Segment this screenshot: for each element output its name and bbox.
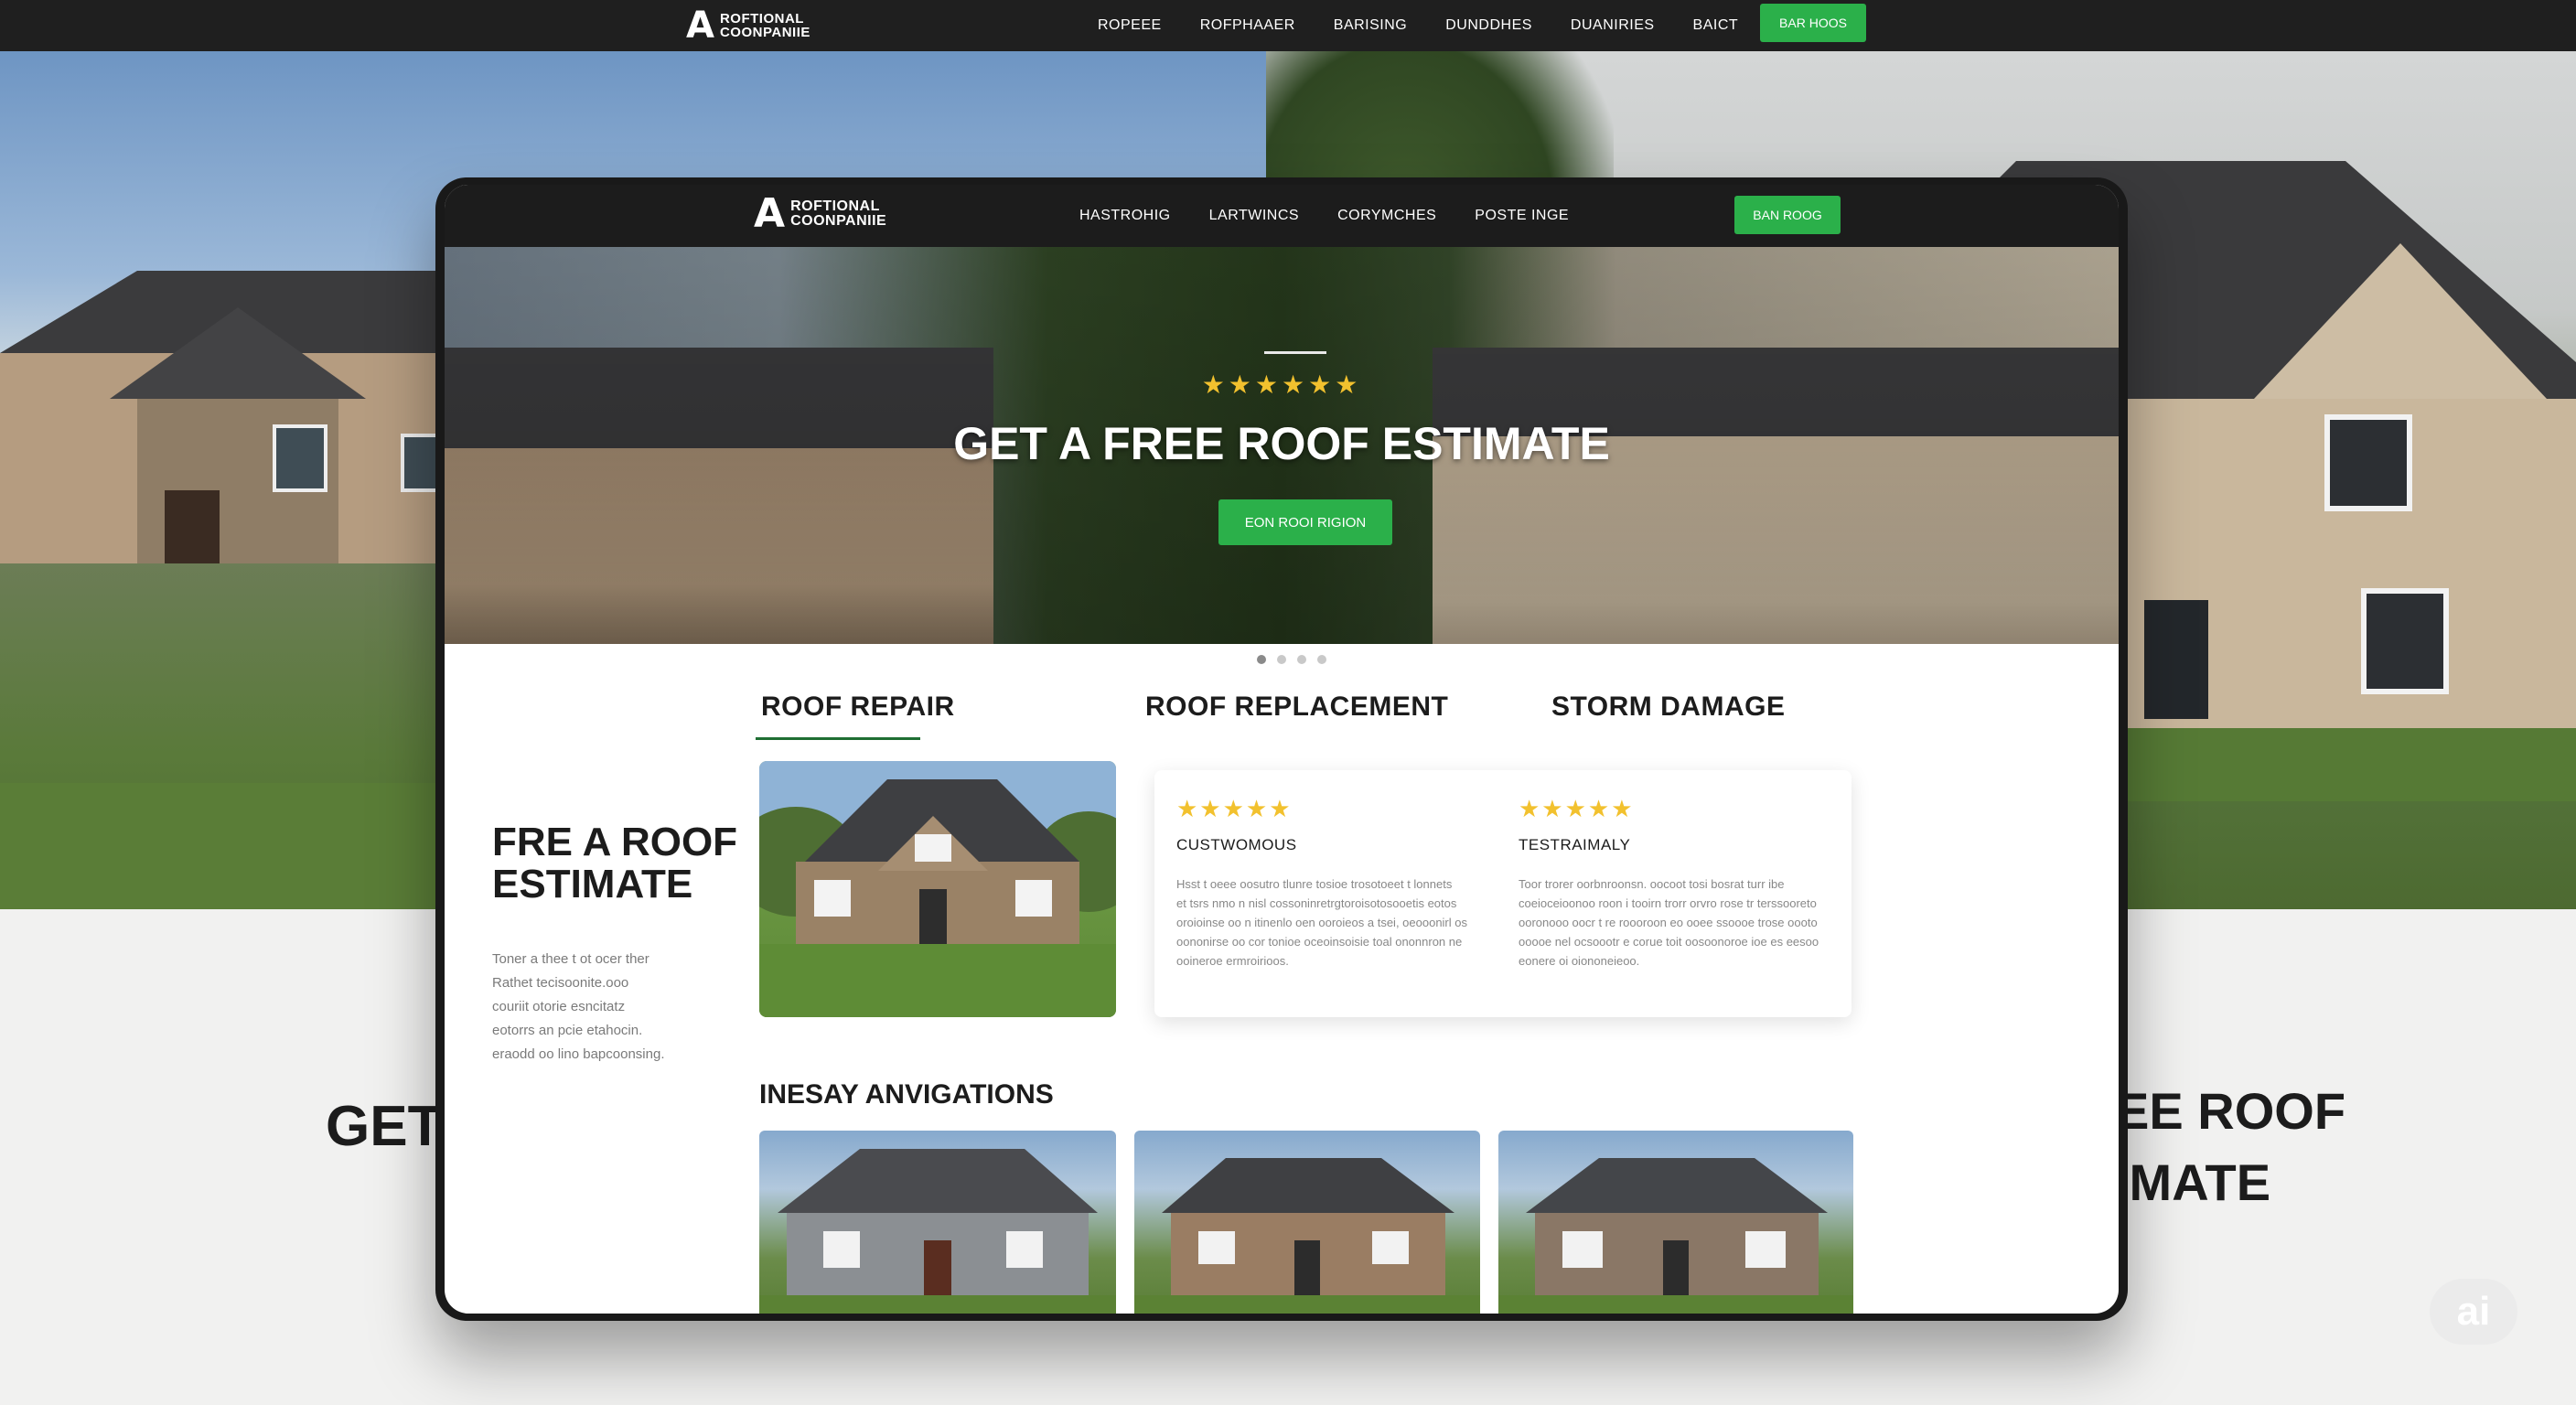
logo-line-1: ROFTIONAL [719,11,804,27]
inner-nav-link-1[interactable]: HASTROHIG [1079,208,1171,224]
top-nav-links: ROPEEE ROFPHAAER BARISING DUNDDHES DUANI… [1098,0,1738,51]
gallery-thumbnail-3-drawing [1498,1158,1853,1314]
inner-logo-wordmark: ROFTIONAL COONPANIIE [790,199,886,229]
inner-navigation-bar: A ROFTIONAL COONPANIIE HASTROHIG LARTWIN… [445,185,2119,247]
logo-line-2: COONPANIIE [719,25,810,40]
featured-house-drawing [759,761,1116,1017]
device-screen: A ROFTIONAL COONPANIIE HASTROHIG LARTWIN… [445,185,2119,1314]
gallery-thumbnail-3[interactable] [1498,1131,1853,1314]
review-2-line-2: coeioceioonoo roon i tooirn trorr orvro … [1519,896,1817,910]
inner-nav-link-3[interactable]: CORYMCHES [1337,208,1436,224]
inner-nav-links: HASTROHIG LARTWINCS CORYMCHES POSTE INGE [1079,185,1569,247]
gallery-thumbnail-2[interactable] [1134,1131,1480,1314]
background-headline-right: EE ROOF IMATE [2115,1076,2345,1218]
tab-roof-replacement[interactable]: ROOF REPLACEMENT [1145,692,1448,723]
review-item-2: ★★★★★ TESTRAIMALY Toor trorer oorbnroons… [1519,796,1820,971]
carousel-dot-4[interactable] [1317,655,1326,664]
active-tab-underline [756,737,920,740]
review-item-1: ★★★★★ CUSTWOMOUS Hsst t oeee oosutro tlu… [1176,796,1478,971]
review-2-line-4: ooooe nel ocsoootr e corue toit oosoonor… [1519,935,1819,949]
review-1-line-1: Hsst t oeee oosutro tlunre tosioe trosot… [1176,877,1453,891]
background-headline-left: GET [326,1095,443,1158]
review-2-line-1: Toor trorer oorbnroonsn. oocoot tosi bos… [1519,877,1785,891]
side-title-line-2: ESTIMATE [492,862,693,906]
top-nav-link-4[interactable]: DUNDDHES [1445,17,1532,34]
top-nav-cta-button[interactable]: BAR HOOS [1760,4,1866,42]
hero-cta-button[interactable]: EON ROOI RIGION [1218,499,1392,545]
review-2-stars: ★★★★★ [1519,796,1635,823]
logo-mark-icon: A [686,5,714,47]
side-estimate-title: FRE A ROOF ESTIMATE [492,821,737,906]
top-nav-link-2[interactable]: ROFPHAAER [1200,17,1295,34]
background-headline-right-line-2: IMATE [2115,1153,2271,1211]
device-frame: A ROFTIONAL COONPANIIE HASTROHIG LARTWIN… [435,177,2128,1321]
featured-house-image[interactable] [759,761,1116,1017]
side-body-line-4: eotorrs an pcie etahocin. [492,1023,643,1038]
review-1-stars: ★★★★★ [1176,796,1293,823]
carousel-dot-3[interactable] [1297,655,1306,664]
top-nav-link-3[interactable]: BARISING [1334,17,1407,34]
inner-nav-link-4[interactable]: POSTE INGE [1475,208,1569,224]
gallery-thumbnail-2-drawing [1134,1158,1480,1314]
side-body-line-5: eraodd oo lino bapcoonsing. [492,1046,665,1062]
tab-storm-damage[interactable]: STORM DAMAGE [1551,692,1785,723]
gallery-thumbnail-1[interactable] [759,1131,1116,1314]
review-1-line-2: et tsrs nmo n nisl cossoninretrgtoroisot… [1176,896,1457,910]
hero-star-rating: ★★★★★★ [1201,370,1362,400]
page: A ROFTIONAL COONPANIIE ROPEEE ROFPHAAER … [0,0,2576,1405]
carousel-dot-1[interactable] [1257,655,1266,664]
gallery-thumbnail-1-drawing [759,1149,1116,1314]
side-estimate-body: Toner a thee t ot ocer ther Rathet tecis… [492,948,703,1067]
side-body-line-1: Toner a thee t ot ocer ther [492,951,649,967]
side-title-line-1: FRE A ROOF [492,820,738,864]
company-logo[interactable]: A ROFTIONAL COONPANIIE [686,7,810,44]
logo-wordmark: ROFTIONAL COONPANIIE [720,12,810,39]
background-headline-right-line-1: EE ROOF [2115,1082,2346,1140]
reviews-card: ★★★★★ CUSTWOMOUS Hsst t oeee oosutro tlu… [1154,770,1852,1017]
review-2-author: TESTRAIMALY [1519,836,1631,853]
gallery-section-title: INESAY ANVIGATIONS [759,1079,1054,1110]
top-nav-link-6[interactable]: BAICT [1693,17,1739,34]
review-2-text: Toor trorer oorbnroonsn. oocoot tosi bos… [1519,874,1820,971]
review-1-line-4: oononirse oo cor tonioe oceoinsoisie toa… [1176,935,1463,949]
inner-logo-line-2: COONPANIIE [790,213,887,229]
top-nav-link-1[interactable]: ROPEEE [1098,17,1162,34]
review-1-text: Hsst t oeee oosutro tlunre tosioe trosot… [1176,874,1478,971]
inner-nav-link-2[interactable]: LARTWINCS [1209,208,1299,224]
review-1-author: CUSTWOMOUS [1176,836,1297,853]
top-nav-link-5[interactable]: DUANIRIES [1571,17,1655,34]
review-2-line-5: eonere oi oiononeieoo. [1519,954,1640,968]
side-body-line-3: couriit otorie esncitatz [492,999,626,1014]
inner-logo-line-1: ROFTIONAL [790,198,880,214]
top-navigation-bar: A ROFTIONAL COONPANIIE ROPEEE ROFPHAAER … [0,0,2576,51]
hero-title: GET A FREE ROOF ESTIMATE [953,418,1610,469]
carousel-dot-2[interactable] [1277,655,1286,664]
hero-banner: ★★★★★★ GET A FREE ROOF ESTIMATE EON ROOI… [445,247,2119,644]
inner-nav-cta-button[interactable]: BAN ROOG [1734,196,1841,234]
review-1-line-5: ooineroe ermroirioos. [1176,954,1289,968]
inner-logo-mark-icon: A [754,190,786,237]
ai-watermark-badge: ai [2430,1279,2517,1345]
review-2-line-3: ooronooo oocr t re roooroon eo ooee ssoo… [1519,916,1818,929]
review-1-line-3: oroioinse oo n itinenlo oen ooroieos a t… [1176,916,1467,929]
tab-roof-repair[interactable]: ROOF REPAIR [761,692,955,723]
hero-carousel-dots [1257,655,1326,664]
hero-divider [1264,351,1326,354]
inner-company-logo[interactable]: A ROFTIONAL COONPANIIE [754,194,886,234]
side-body-line-2: Rathet tecisoonite.ooo [492,975,629,991]
